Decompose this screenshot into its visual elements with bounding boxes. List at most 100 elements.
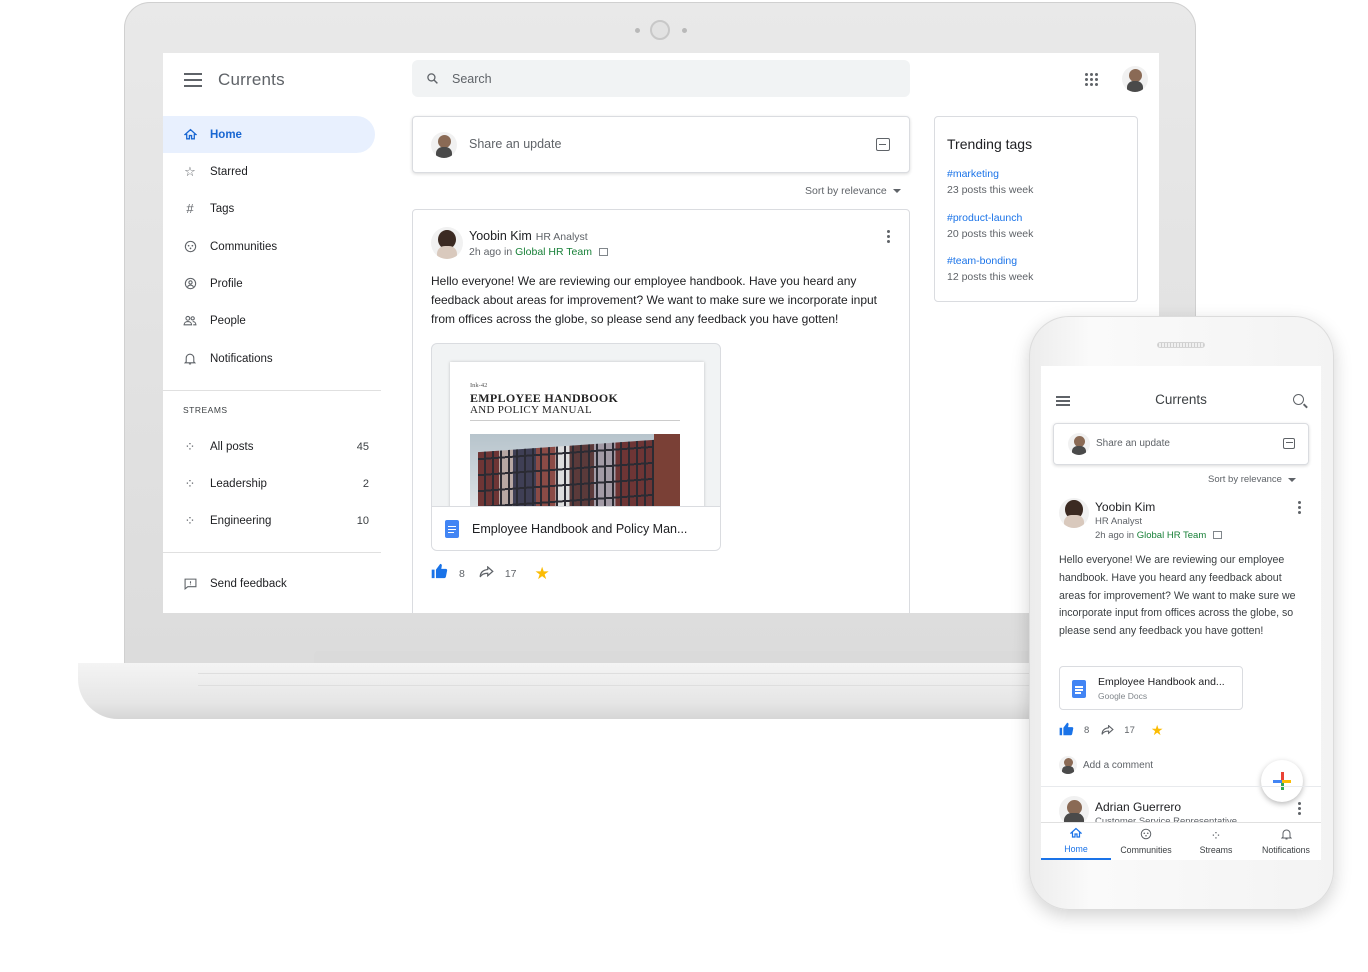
phone-frame: Currents Share an update Sort by relevan… <box>1029 316 1334 910</box>
star-icon[interactable]: ★ <box>535 564 550 584</box>
author-avatar[interactable] <box>1059 498 1089 528</box>
attachment-footer: Employee Handbook and Policy Man... <box>432 506 720 550</box>
nav-item-label: Home <box>210 128 242 141</box>
image-icon[interactable] <box>876 138 890 151</box>
apps-grid-icon[interactable] <box>1085 73 1098 86</box>
bottom-nav-label: Home <box>1064 844 1088 854</box>
post-community-link[interactable]: Global HR Team <box>1137 530 1207 541</box>
phone-speaker <box>1157 342 1205 348</box>
nav-item-communities[interactable]: Communities <box>163 228 375 265</box>
share-update-box[interactable]: Share an update <box>1053 423 1309 465</box>
post-actions: 8 17 ★ <box>431 563 550 584</box>
camera-dot <box>682 28 687 33</box>
share-count: 17 <box>504 567 517 580</box>
doc-brand: Ink-42 <box>470 382 488 389</box>
search-input[interactable]: Search <box>412 60 910 97</box>
building-icon <box>598 248 608 256</box>
star-icon[interactable]: ★ <box>1151 722 1164 739</box>
nav-item-notifications[interactable]: Notifications <box>163 340 375 377</box>
search-icon[interactable] <box>1293 394 1304 405</box>
share-arrow-icon[interactable] <box>1101 723 1117 738</box>
trending-tag[interactable]: #marketing <box>947 168 999 180</box>
post-meta: 2h ago in Global HR Team <box>1095 530 1222 541</box>
sort-label: Sort by relevance <box>805 185 887 197</box>
author-name[interactable]: Yoobin Kim <box>469 229 532 243</box>
stream-count: 2 <box>362 477 369 490</box>
home-icon <box>1069 827 1083 841</box>
people-icon <box>182 313 198 329</box>
nav-item-home[interactable]: Home <box>163 116 375 153</box>
nav-item-profile[interactable]: Profile <box>163 265 375 302</box>
sort-dropdown[interactable]: Sort by relevance <box>1208 474 1296 485</box>
stream-item-all-posts[interactable]: ⁘ All posts 45 <box>163 428 381 465</box>
author-name[interactable]: Adrian Guerrero <box>1095 800 1181 814</box>
stream-count: 10 <box>356 514 369 527</box>
nav-item-tags[interactable]: # Tags <box>163 190 375 227</box>
avatar <box>431 132 457 158</box>
streams-icon: ⁘ <box>184 513 196 528</box>
left-nav: Home ☆ Starred # Tags Communities Profil… <box>163 53 383 613</box>
keyboard-row <box>198 673 1108 683</box>
create-post-fab[interactable] <box>1261 760 1303 802</box>
more-options-icon[interactable] <box>1298 501 1301 514</box>
trending-tag[interactable]: #team-bonding <box>947 255 1017 267</box>
bottom-nav-home[interactable]: Home <box>1041 823 1111 860</box>
caret-down-icon <box>1287 477 1296 482</box>
thumbs-up-icon[interactable] <box>431 563 451 584</box>
post-actions: 8 17 ★ <box>1059 722 1163 739</box>
post-community-link[interactable]: Global HR Team <box>515 246 592 258</box>
google-docs-icon <box>445 519 459 538</box>
nav-item-label: Communities <box>210 240 278 253</box>
thumbs-up-icon[interactable] <box>1059 722 1077 739</box>
image-icon[interactable] <box>1283 438 1295 449</box>
attachment-title: Employee Handbook and... <box>1098 676 1225 688</box>
stream-item-leadership[interactable]: ⁘ Leadership 2 <box>163 465 381 502</box>
nav-item-starred[interactable]: ☆ Starred <box>163 153 375 190</box>
bottom-nav-streams[interactable]: ⁘ Streams <box>1181 823 1251 860</box>
nav-divider <box>163 552 381 553</box>
bottom-nav-communities[interactable]: Communities <box>1111 823 1181 860</box>
attachment-card[interactable]: Ink-42 EMPLOYEE HANDBOOK AND POLICY MANU… <box>431 343 721 551</box>
home-icon <box>182 127 198 143</box>
trending-title: Trending tags <box>947 136 1033 152</box>
trending-tag[interactable]: #product-launch <box>947 212 1022 224</box>
post-time: 2h ago in <box>1095 530 1135 541</box>
building-icon <box>1212 531 1222 539</box>
post-card: Yoobin Kim HR Analyst 2h ago in Global HR… <box>412 209 910 613</box>
add-comment-input[interactable]: Add a comment <box>1083 760 1153 771</box>
sort-label: Sort by relevance <box>1208 474 1282 485</box>
post-body: Hello everyone! We are reviewing our emp… <box>431 274 878 326</box>
share-count: 17 <box>1124 725 1135 736</box>
author-avatar[interactable] <box>431 227 463 259</box>
phone-screen: Currents Share an update Sort by relevan… <box>1041 366 1321 860</box>
profile-icon <box>182 276 198 292</box>
bottom-nav-notifications[interactable]: Notifications <box>1251 823 1321 860</box>
bottom-nav-label: Notifications <box>1262 845 1310 855</box>
avatar <box>1068 433 1090 455</box>
doc-title-line2: AND POLICY MANUAL <box>470 404 593 416</box>
app-title: Currents <box>1155 392 1207 407</box>
streams-icon: ⁘ <box>184 439 196 454</box>
sort-dropdown[interactable]: Sort by relevance <box>805 185 901 197</box>
attachment-title: Employee Handbook and Policy Man... <box>472 521 688 536</box>
bell-icon <box>182 351 198 367</box>
share-arrow-icon[interactable] <box>479 565 497 582</box>
author-role: HR Analyst <box>535 231 588 243</box>
share-update-box[interactable]: Share an update <box>412 116 910 173</box>
more-options-icon[interactable] <box>887 230 890 243</box>
nav-item-label: People <box>210 314 246 327</box>
search-placeholder: Search <box>452 71 492 86</box>
account-avatar[interactable] <box>1122 66 1148 92</box>
nav-item-people[interactable]: People <box>163 302 375 339</box>
communities-icon <box>1140 828 1152 842</box>
more-options-icon[interactable] <box>1298 802 1301 815</box>
post-body: Hello everyone! We are reviewing our emp… <box>1059 554 1296 638</box>
stream-item-engineering[interactable]: ⁘ Engineering 10 <box>163 502 381 539</box>
stream-label: Leadership <box>210 477 267 490</box>
search-icon <box>424 71 440 87</box>
author-name[interactable]: Yoobin Kim <box>1095 500 1155 514</box>
attachment-card[interactable]: Employee Handbook and... Google Docs <box>1059 666 1243 710</box>
send-feedback-button[interactable]: Send feedback <box>163 565 375 602</box>
post-divider <box>1041 786 1321 787</box>
keyboard-row <box>198 685 1108 695</box>
